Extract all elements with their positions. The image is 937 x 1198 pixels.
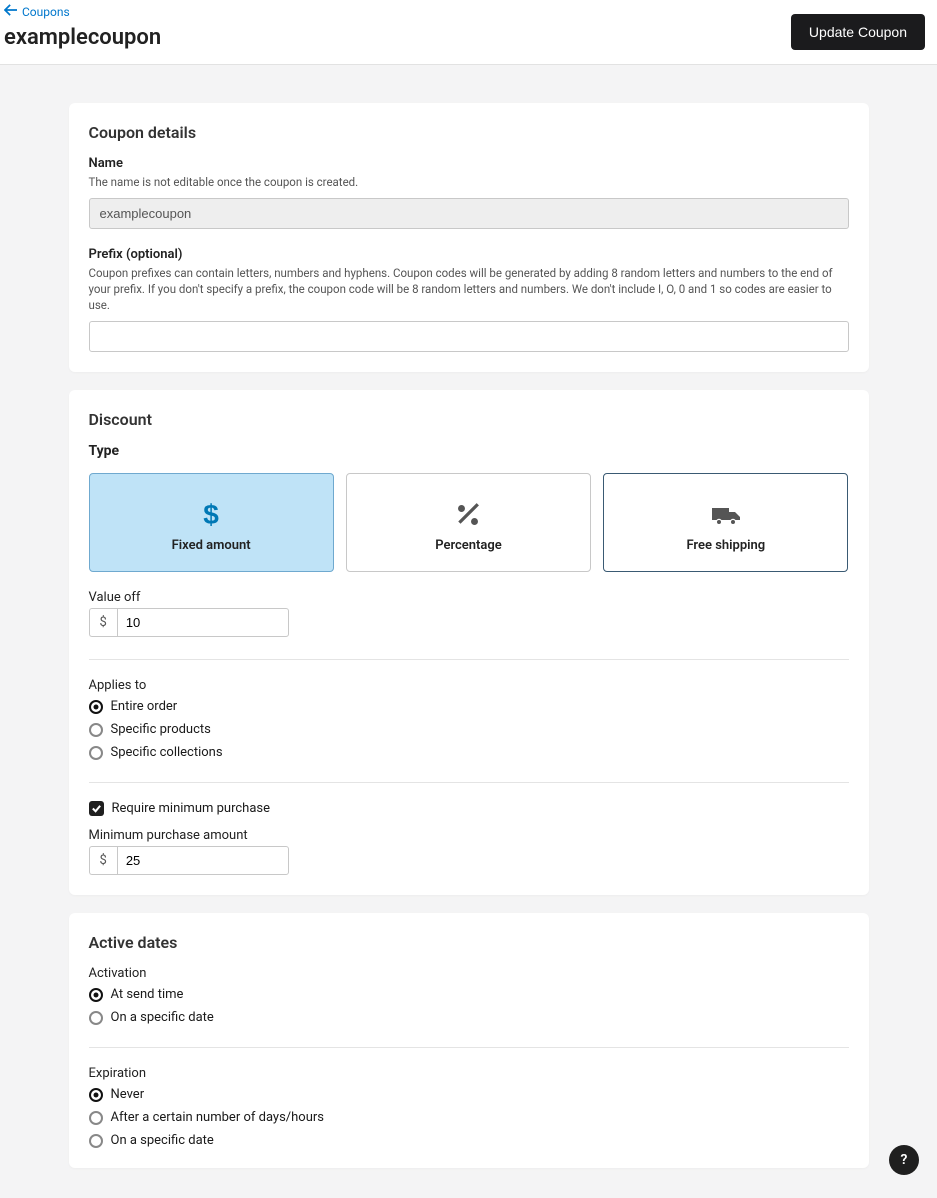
radio-after-days[interactable]: After a certain number of days/hours [89,1110,849,1125]
arrow-left-icon [4,4,18,19]
radio-label: At send time [111,987,184,1002]
prefix-label: Prefix (optional) [89,247,849,262]
radio-activation-specific-date[interactable]: On a specific date [89,1010,849,1025]
active-dates-card: Active dates Activation At send time On … [69,913,869,1168]
require-min-checkbox[interactable]: Require minimum purchase [89,801,849,816]
type-percentage[interactable]: Percentage [346,473,591,572]
radio-icon [89,1134,103,1148]
radio-icon [89,1111,103,1125]
percent-icon [357,498,580,532]
radio-label: On a specific date [111,1010,214,1025]
radio-specific-products[interactable]: Specific products [89,722,849,737]
help-label: ? [901,1152,908,1168]
radio-icon [89,723,103,737]
value-off-label: Value off [89,590,849,605]
expiration-group: Expiration Never After a certain number … [89,1066,849,1148]
svg-text:$: $ [203,501,219,529]
type-freeshipping-label: Free shipping [614,538,837,553]
require-min-label: Require minimum purchase [112,801,271,816]
name-help: The name is not editable once the coupon… [89,174,849,190]
currency-symbol: $ [89,608,117,637]
check-icon [89,801,104,816]
expiration-label: Expiration [89,1066,849,1081]
radio-icon [89,1011,103,1025]
applies-to-label: Applies to [89,678,849,693]
min-purchase-row: $ [89,846,289,875]
expiration-radios: Never After a certain number of days/hou… [89,1087,849,1148]
radio-icon [89,1088,103,1102]
breadcrumb-back-link[interactable]: Coupons [4,4,161,19]
radio-specific-collections[interactable]: Specific collections [89,745,849,760]
page-header: Coupons examplecoupon Update Coupon [0,0,937,65]
radio-expiration-specific-date[interactable]: On a specific date [89,1133,849,1148]
discount-card: Discount Type $ Fixed amount [69,390,869,895]
applies-to-group: Applies to Entire order Specific product… [89,678,849,760]
activation-radios: At send time On a specific date [89,987,849,1025]
radio-entire-order[interactable]: Entire order [89,699,849,714]
value-off-input[interactable] [117,608,289,637]
value-off-group: Value off $ [89,590,849,637]
divider [89,659,849,660]
radio-at-send-time[interactable]: At send time [89,987,849,1002]
divider [89,1047,849,1048]
main-content: Coupon details Name The name is not edit… [69,103,869,1168]
radio-icon [89,746,103,760]
name-label: Name [89,156,849,171]
radio-label: Specific products [111,722,211,737]
breadcrumb-label: Coupons [22,5,70,19]
radio-label: Entire order [111,699,178,714]
radio-label: Never [111,1087,145,1102]
value-off-row: $ [89,608,289,637]
currency-symbol: $ [89,846,117,875]
discount-type-selector: $ Fixed amount Percentage [89,473,849,572]
radio-label: After a certain number of days/hours [111,1110,325,1125]
prefix-help: Coupon prefixes can contain letters, num… [89,265,849,313]
name-field-group: Name The name is not editable once the c… [89,156,849,229]
min-purchase-input[interactable] [117,846,289,875]
discount-title: Discount [89,410,849,429]
help-button[interactable]: ? [889,1145,919,1175]
min-purchase-group: Minimum purchase amount $ [89,828,849,875]
divider [89,782,849,783]
dollar-icon: $ [100,498,323,532]
discount-type-label: Type [89,443,849,459]
activation-label: Activation [89,966,849,981]
coupon-details-title: Coupon details [89,123,849,142]
coupon-details-card: Coupon details Name The name is not edit… [69,103,869,372]
type-fixed-label: Fixed amount [100,538,323,553]
type-percentage-label: Percentage [357,538,580,553]
name-input [89,198,849,229]
update-coupon-button[interactable]: Update Coupon [791,14,925,50]
applies-to-radios: Entire order Specific products Specific … [89,699,849,760]
truck-icon [614,498,837,532]
prefix-input[interactable] [89,321,849,352]
radio-icon [89,988,103,1002]
min-purchase-label: Minimum purchase amount [89,828,849,843]
radio-never[interactable]: Never [89,1087,849,1102]
prefix-field-group: Prefix (optional) Coupon prefixes can co… [89,247,849,352]
breadcrumb: Coupons examplecoupon [4,4,161,50]
type-fixed-amount[interactable]: $ Fixed amount [89,473,334,572]
radio-label: On a specific date [111,1133,214,1148]
activation-group: Activation At send time On a specific da… [89,966,849,1025]
radio-icon [89,700,103,714]
page-title: examplecoupon [4,25,161,50]
type-free-shipping[interactable]: Free shipping [603,473,848,572]
active-dates-title: Active dates [89,933,849,952]
radio-label: Specific collections [111,745,223,760]
